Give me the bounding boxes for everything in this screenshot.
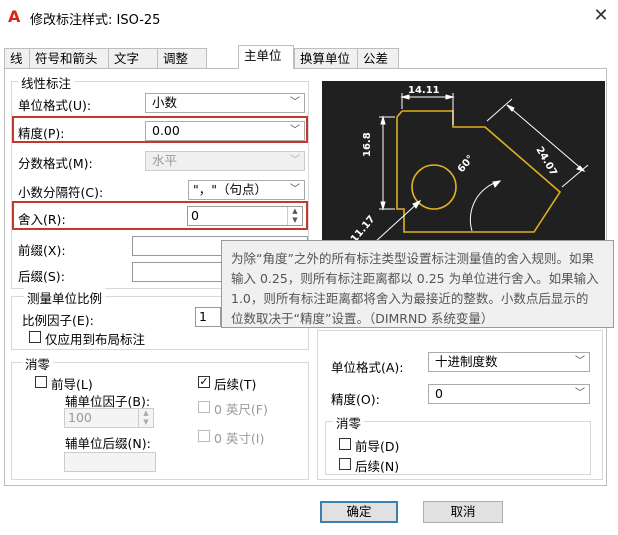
chevron-down-icon: ﹀	[290, 125, 300, 136]
zero-feet-checkbox[interactable]	[198, 401, 210, 413]
dim-left-text: 16.8	[362, 132, 373, 157]
scale-group-title: 测量单位比例	[24, 288, 106, 307]
dim-top-text: 14.11	[408, 85, 440, 96]
suffix-label: 后缀(S):	[18, 269, 65, 284]
scale-factor-input[interactable]: 1	[195, 307, 221, 327]
spinner-arrows-icon[interactable]: ▲ ▼	[287, 207, 302, 225]
ok-button[interactable]: 确定	[320, 501, 398, 523]
dim-angle-text: 60°	[456, 153, 477, 175]
angular-trailing-label: 后续(N)	[355, 459, 400, 474]
autocad-app-icon: A	[8, 7, 21, 26]
cancel-button[interactable]: 取消	[423, 501, 503, 523]
precision-value: 0.00	[152, 123, 180, 138]
chevron-down-icon: ﹀	[290, 155, 300, 166]
layout-only-label: 仅应用到布局标注	[45, 332, 146, 347]
tooltip-line: 1.0，则所有标注距离都将舍入为最接近的整数。小数点后显示的	[231, 291, 589, 306]
zero-feet-label: 0 英尺(F)	[214, 402, 268, 417]
roundoff-value: 0	[191, 208, 199, 223]
angular-leading-checkbox[interactable]	[339, 438, 351, 450]
scale-factor-value: 1	[199, 309, 207, 324]
chevron-down-icon: ﹀	[290, 184, 300, 195]
spinner-arrows-icon[interactable]: ▲ ▼	[138, 409, 153, 427]
tab-lines[interactable]: 线	[4, 48, 30, 68]
close-icon[interactable]: ✕	[590, 5, 612, 27]
roundoff-label: 舍入(R):	[18, 212, 66, 227]
decimal-separator-label: 小数分隔符(C):	[18, 185, 104, 200]
chevron-down-icon: ﹀	[290, 97, 300, 108]
tab-fit[interactable]: 调整	[157, 48, 207, 68]
angular-precision-dropdown[interactable]: 0 ﹀	[428, 384, 590, 404]
fraction-format-dropdown[interactable]: 水平 ﹀	[145, 151, 305, 171]
decimal-separator-value: "，"（句点）	[193, 182, 267, 197]
angular-unit-format-value: 十进制度数	[435, 354, 498, 369]
tooltip-line: 为除“角度”之外的所有标注类型设置标注测量值的舍入规则。如果	[231, 251, 594, 266]
tab-symbols-arrows[interactable]: 符号和箭头	[29, 48, 109, 68]
angular-trailing-checkbox[interactable]	[339, 458, 351, 470]
zero-inches-checkbox[interactable]	[198, 430, 210, 442]
unit-format-value: 小数	[152, 95, 178, 110]
unit-format-label: 单位格式(U):	[18, 98, 92, 113]
fraction-format-label: 分数格式(M):	[18, 156, 93, 171]
tooltip-line: 输入 0.25，则所有标注距离都以 0.25 为单位进行舍入。如果输入	[231, 271, 599, 286]
sub-unit-suffix-label: 辅单位后缀(N):	[65, 436, 151, 451]
sub-unit-factor-value: 100	[68, 410, 92, 425]
roundoff-input[interactable]: 0 ▲ ▼	[187, 206, 303, 226]
precision-label: 精度(P):	[18, 126, 65, 141]
chevron-down-icon: ﹀	[575, 388, 585, 399]
layout-only-checkbox[interactable]	[29, 331, 41, 343]
decimal-separator-dropdown[interactable]: "，"（句点） ﹀	[188, 180, 305, 200]
zero-inches-label: 0 英寸(I)	[214, 431, 265, 446]
sub-unit-factor-input[interactable]: 100 ▲ ▼	[64, 408, 154, 428]
unit-format-dropdown[interactable]: 小数 ﹀	[145, 93, 305, 113]
scale-factor-label: 比例因子(E):	[22, 313, 94, 328]
tooltip-line: 位数取决于“精度”设置。（DIMRND 系统变量）	[231, 311, 494, 326]
angular-zero-title: 消零	[333, 413, 365, 432]
prefix-label: 前缀(X):	[18, 243, 66, 258]
trailing-zero-checkbox[interactable]: ✓	[198, 376, 210, 388]
tab-alternate-units[interactable]: 换算单位	[294, 48, 358, 68]
tab-tolerances[interactable]: 公差	[357, 48, 399, 68]
precision-dropdown[interactable]: 0.00 ﹀	[145, 121, 305, 141]
leading-zero-checkbox[interactable]	[35, 376, 47, 388]
angular-precision-label: 精度(O):	[331, 392, 380, 407]
sub-unit-suffix-input[interactable]	[64, 452, 156, 472]
angular-leading-label: 前导(D)	[355, 439, 400, 454]
angular-unit-format-label: 单位格式(A):	[331, 360, 404, 375]
fraction-format-value: 水平	[152, 153, 178, 168]
roundoff-tooltip: 为除“角度”之外的所有标注类型设置标注测量值的舍入规则。如果 输入 0.25，则…	[221, 240, 614, 328]
angular-unit-format-dropdown[interactable]: 十进制度数 ﹀	[428, 352, 590, 372]
trailing-zero-label: 后续(T)	[214, 377, 257, 392]
linear-group-title: 线性标注	[18, 73, 75, 92]
zero-suppression-title: 消零	[22, 354, 54, 373]
window-title: 修改标注样式: ISO-25	[30, 13, 161, 28]
angular-precision-value: 0	[435, 386, 443, 401]
chevron-down-icon: ﹀	[575, 356, 585, 367]
tab-primary-units[interactable]: 主单位	[238, 45, 294, 69]
tab-text[interactable]: 文字	[108, 48, 158, 68]
